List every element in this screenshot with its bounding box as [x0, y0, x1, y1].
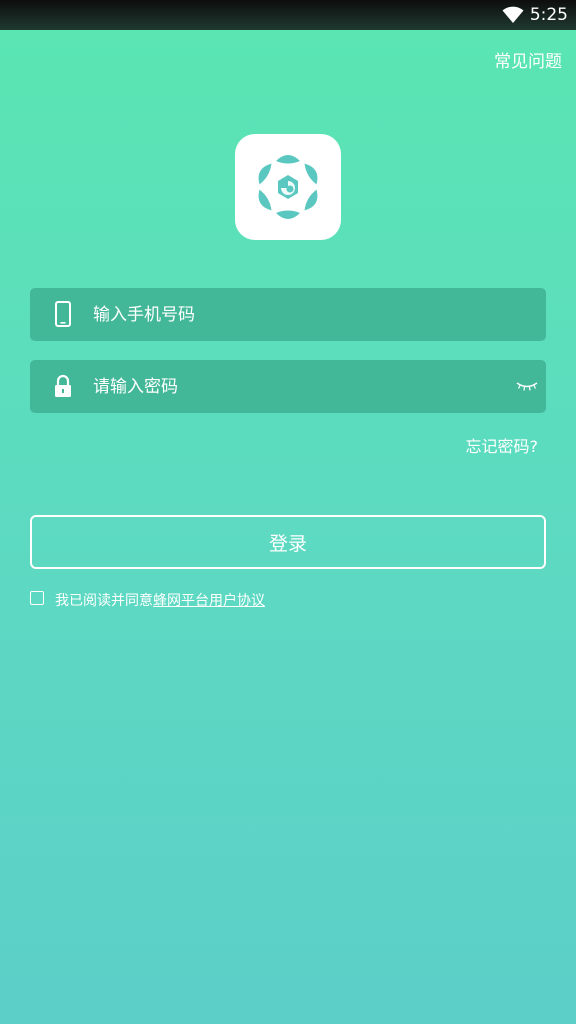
status-bar: 5:25 — [0, 0, 576, 30]
password-input[interactable] — [93, 360, 493, 413]
login-button[interactable]: 登录 — [30, 515, 546, 569]
agreement-text: 我已阅读并同意蜂网平台用户协议 — [55, 590, 265, 610]
faq-link[interactable]: 常见问题 — [494, 47, 562, 72]
phone-icon — [55, 301, 71, 327]
eye-closed-icon[interactable] — [516, 380, 538, 392]
agreement-prefix: 我已阅读并同意 — [55, 593, 153, 609]
phone-field[interactable] — [30, 288, 546, 341]
user-agreement-link[interactable]: 蜂网平台用户协议 — [153, 593, 265, 609]
phone-input[interactable] — [93, 288, 493, 341]
password-field[interactable] — [30, 360, 546, 413]
lock-icon — [55, 374, 71, 397]
forgot-password-link[interactable]: 忘记密码? — [466, 433, 539, 457]
wifi-icon — [502, 6, 524, 23]
status-time: 5:25 — [529, 5, 568, 25]
app-logo — [235, 134, 341, 240]
flower-logo-icon — [258, 155, 318, 219]
agreement-checkbox[interactable] — [30, 591, 44, 605]
